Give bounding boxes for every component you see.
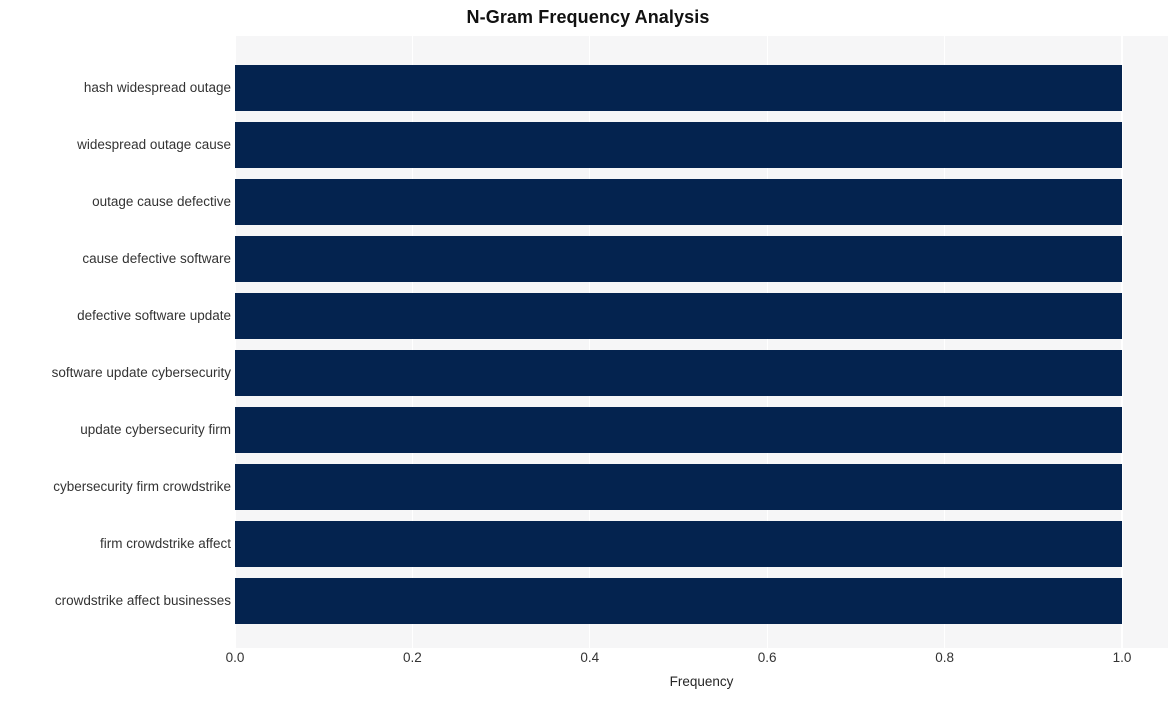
y-axis-tick-label: firm crowdstrike affect [99,536,231,551]
bar[interactable] [235,65,1122,111]
y-axis-tick-label: crowdstrike affect businesses [54,593,231,608]
bar[interactable] [235,521,1122,567]
bar[interactable] [235,236,1122,282]
bars-layer [235,36,1168,648]
y-axis-tick-label: cause defective software [82,251,231,266]
y-axis-tick-label: widespread outage cause [77,137,231,152]
x-axis-tick-label: 1.0 [1112,650,1132,665]
chart-title: N-Gram Frequency Analysis [466,7,710,27]
x-axis-tick-label: 0.0 [225,650,245,665]
x-axis-tick-label: 0.4 [580,650,600,665]
x-axis-tick-label: 0.6 [757,650,777,665]
y-axis-tick-label: software update cybersecurity [51,365,231,380]
y-axis-labels: hash widespread outage widespread outage … [0,36,231,648]
y-axis-tick-label: outage cause defective [92,194,231,209]
bar[interactable] [235,122,1122,168]
bar[interactable] [235,464,1122,510]
y-axis-tick-label: defective software update [77,308,231,323]
bar[interactable] [235,179,1122,225]
x-axis-tick-label: 0.2 [403,650,422,665]
x-axis-tick-label: 0.8 [935,650,954,665]
plot-area [234,36,1168,648]
bar[interactable] [235,578,1122,624]
bar[interactable] [235,407,1122,453]
x-axis-ticks: 0.0 0.2 0.4 0.6 0.8 1.0 [0,650,1176,674]
y-axis-tick-label: update cybersecurity firm [80,422,231,437]
y-axis-tick-label: hash widespread outage [83,80,231,95]
y-axis-tick-label: cybersecurity firm crowdstrike [53,479,231,494]
bar[interactable] [235,293,1122,339]
bar[interactable] [235,350,1122,396]
ngram-frequency-chart: N-Gram Frequency Analysis hash widesprea… [0,0,1176,701]
x-axis-label: Frequency [669,674,734,689]
